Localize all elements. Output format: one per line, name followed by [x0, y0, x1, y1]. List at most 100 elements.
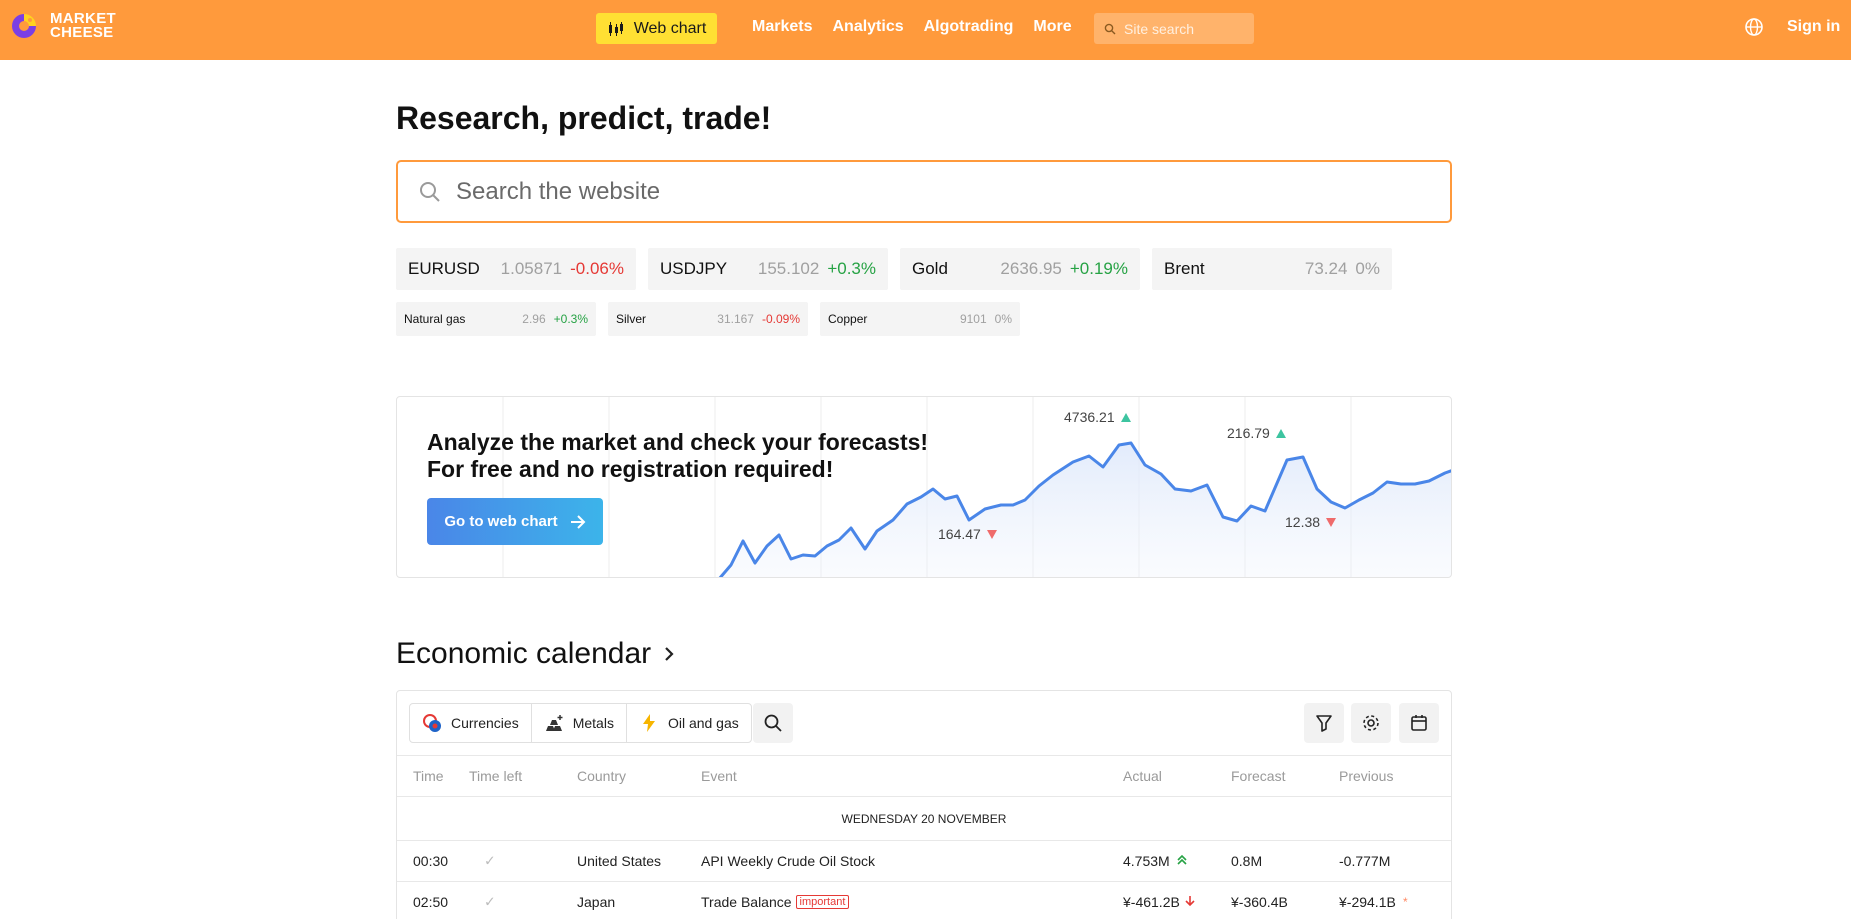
search-icon [1104, 23, 1116, 34]
search-icon [764, 714, 782, 732]
event-name: API Weekly Crude Oil Stock [701, 853, 876, 869]
lightning-icon [642, 714, 655, 732]
event-country: United States [577, 853, 662, 869]
promo-line1: Analyze the market and check your foreca… [427, 429, 929, 455]
table-row[interactable]: 02:50 ✓ Japan Trade Balance important ¥-… [397, 882, 1451, 919]
promo-line2: For free and no registration required! [427, 456, 834, 482]
web-chart-label: Web chart [633, 19, 707, 37]
col-time[interactable]: Time [413, 768, 444, 784]
quote-natural-gas[interactable]: Natural gas 2.96 +0.3% [396, 302, 596, 336]
currency-flags-icon [423, 714, 441, 732]
chart-peak-label: 216.79 [1227, 425, 1286, 441]
filter-oil-and-gas[interactable]: Oil and gas [627, 704, 751, 742]
page-title: Research, predict, trade! [396, 100, 772, 136]
quote-eurusd[interactable]: EURUSD 1.05871 -0.06% [396, 248, 636, 290]
calendar-date-button[interactable] [1399, 703, 1439, 743]
calendar-settings-button[interactable] [1351, 703, 1391, 743]
quote-name: EURUSD [408, 259, 480, 278]
quote-brent[interactable]: Brent 73.24 0% [1152, 248, 1392, 290]
event-previous: -0.777M [1339, 853, 1391, 869]
nav-more[interactable]: More [1033, 18, 1071, 36]
logo-icon [8, 10, 44, 42]
main-nav: Markets Analytics Algotrading More [752, 18, 1072, 36]
event-name-cell: Trade Balance important [701, 894, 850, 910]
top-navigation-bar: MARKET CHEESE Web chart Markets Analytic… [0, 0, 1851, 60]
quote-change: -0.06% [570, 259, 624, 278]
col-country[interactable]: Country [577, 768, 626, 784]
quote-price: 1.05871 [500, 259, 563, 278]
calendar-day-heading: Wednesday 20 November [397, 797, 1451, 841]
calendar-icon [1411, 715, 1427, 731]
event-forecast: ¥-360.4B [1231, 894, 1288, 910]
filter-metals[interactable]: Metals [532, 704, 627, 742]
marketcheese-logo[interactable]: MARKET CHEESE [8, 10, 116, 42]
chart-trough-label: 12.38 [1285, 514, 1337, 530]
site-search-input[interactable] [1124, 20, 1244, 37]
quote-name: Natural gas [404, 312, 466, 326]
chart-label-value: 164.47 [938, 526, 981, 542]
filter-label: Metals [572, 715, 614, 731]
quote-change: +0.3% [553, 312, 588, 326]
triangle-down-icon [986, 529, 997, 539]
triangle-up-icon [1275, 428, 1286, 438]
chart-trough-label: 164.47 [938, 526, 997, 542]
economic-calendar-title: Economic calendar [396, 637, 652, 670]
site-search-box[interactable] [1094, 13, 1254, 44]
quote-name: Gold [912, 259, 948, 278]
globe-icon[interactable] [1744, 17, 1764, 37]
quote-change: +0.3% [827, 259, 876, 278]
calendar-filter-button[interactable] [1304, 703, 1344, 743]
quote-price: 155.102 [757, 259, 820, 278]
quote-copper[interactable]: Copper 9101 0% [820, 302, 1020, 336]
web-chart-promo-card: Analyze the market and check your foreca… [396, 396, 1452, 578]
col-previous[interactable]: Previous [1339, 768, 1393, 784]
quote-gold[interactable]: Gold 2636.95 +0.19% [900, 248, 1140, 290]
web-chart-button[interactable]: Web chart [596, 13, 717, 44]
triangle-down-icon [1326, 517, 1337, 527]
quote-name: Brent [1164, 259, 1205, 278]
quote-change: -0.09% [761, 312, 800, 326]
table-row[interactable]: 00:30 ✓ United States API Weekly Crude O… [397, 841, 1451, 882]
quote-name: Copper [828, 312, 868, 326]
event-country: Japan [577, 894, 616, 910]
calendar-search-button[interactable] [753, 703, 793, 743]
main-search-box[interactable] [396, 160, 1452, 223]
filter-label: Currencies [451, 715, 519, 731]
metal-bars-icon [545, 715, 563, 731]
calendar-category-filters: Currencies Metals Oil and gas [409, 703, 752, 743]
main-search-input[interactable] [456, 177, 1356, 206]
quote-price: 2.96 [522, 312, 546, 326]
nav-markets[interactable]: Markets [752, 18, 812, 36]
nav-analytics[interactable]: Analytics [832, 18, 903, 36]
nav-algotrading[interactable]: Algotrading [924, 18, 1014, 36]
candlestick-icon [608, 21, 623, 36]
quote-name: Silver [616, 312, 647, 326]
chart-label-value: 4736.21 [1064, 409, 1115, 425]
search-icon [420, 181, 440, 202]
quote-silver[interactable]: Silver 31.167 -0.09% [608, 302, 808, 336]
sign-in-link[interactable]: Sign in [1787, 18, 1840, 36]
quote-change: +0.19% [1069, 259, 1128, 278]
quote-change: 0% [994, 312, 1012, 326]
quote-price: 2636.95 [1000, 259, 1062, 278]
quote-usdjpy[interactable]: USDJPY 155.102 +0.3% [648, 248, 888, 290]
triangle-up-icon [1120, 412, 1131, 422]
done-check-icon: ✓ [484, 852, 496, 869]
quote-price: 31.167 [717, 312, 754, 326]
economic-calendar-heading[interactable]: Economic calendar [396, 637, 675, 671]
event-time: 02:50 [413, 894, 449, 910]
go-to-web-chart-button[interactable]: Go to web chart [427, 498, 603, 545]
economic-calendar-widget: Currencies Metals Oil and gas Time Time … [396, 690, 1452, 919]
event-forecast: 0.8M [1231, 853, 1263, 869]
decorative-price-chart [502, 397, 1451, 577]
quotes-row-main: EURUSD 1.05871 -0.06% USDJPY 155.102 +0.… [396, 248, 1392, 290]
funnel-icon [1316, 715, 1332, 732]
col-event[interactable]: Event [701, 768, 737, 784]
col-forecast[interactable]: Forecast [1231, 768, 1285, 784]
filter-currencies[interactable]: Currencies [410, 704, 532, 742]
important-badge: important [795, 895, 850, 909]
logo-line2: CHEESE [50, 24, 114, 41]
col-actual[interactable]: Actual [1123, 768, 1162, 784]
col-time-left[interactable]: Time left [469, 768, 522, 784]
calendar-table-header: Time Time left Country Event Actual Fore… [397, 755, 1451, 797]
